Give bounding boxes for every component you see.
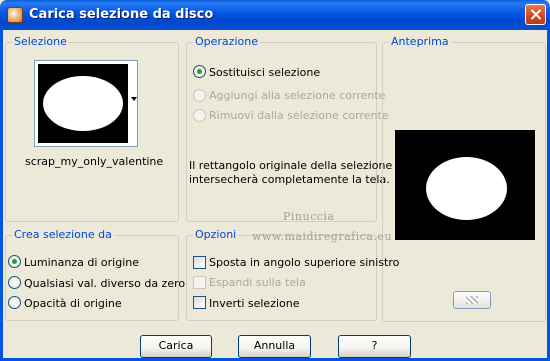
radio-luminanza-label[interactable]: Luminanza di origine [24, 256, 139, 269]
selection-thumbnail-picker[interactable] [34, 60, 138, 147]
title-bar: Carica selezione da disco [0, 0, 550, 30]
window-title: Carica selezione da disco [29, 7, 214, 22]
checkbox-inverti-label[interactable]: Inverti selezione [209, 297, 300, 310]
annulla-button[interactable]: Annulla [238, 335, 311, 358]
checkbox-sposta[interactable] [193, 256, 206, 269]
checkerboard-icon [466, 296, 478, 304]
selection-preview [395, 130, 535, 240]
selection-file-name: scrap_my_only_valentine [25, 155, 164, 168]
dropdown-arrow-icon [131, 97, 137, 101]
checkbox-sposta-label[interactable]: Sposta in angolo superiore sinistro [209, 256, 399, 269]
selezione-legend: Selezione [12, 35, 69, 48]
operation-info-line2: intersecherà completamente la tela. [189, 173, 390, 186]
carica-button[interactable]: Carica [140, 335, 212, 358]
radio-rimuovi-label[interactable]: Rimuovi dalla selezione corrente [209, 109, 389, 122]
close-button[interactable] [525, 4, 546, 25]
radio-aggiungi-label[interactable]: Aggiungi alla selezione corrente [209, 89, 385, 102]
radio-opacita[interactable] [8, 296, 21, 309]
radio-opacita-label[interactable]: Opacità di origine [24, 297, 122, 310]
selection-thumbnail [38, 64, 128, 143]
opzioni-legend: Opzioni [193, 228, 239, 241]
radio-sostituisci-label[interactable]: Sostituisci selezione [209, 66, 320, 79]
radio-qualsiasi-label[interactable]: Qualsiasi val. diverso da zero [24, 277, 185, 290]
watermark-name: Pinuccia [283, 210, 335, 223]
operation-info-line1: Il rettangolo originale della selezione [189, 159, 393, 172]
radio-aggiungi[interactable] [193, 89, 206, 102]
radio-qualsiasi[interactable] [8, 276, 21, 289]
operazione-legend: Operazione [193, 35, 260, 48]
crea-selezione-legend: Crea selezione da [12, 228, 114, 241]
checkbox-espandi-label[interactable]: Espandi sulla tela [209, 276, 306, 289]
watermark-url: www.maidiregrafica.eu [252, 230, 393, 243]
radio-luminanza[interactable] [8, 255, 21, 268]
radio-rimuovi[interactable] [193, 109, 206, 122]
app-icon [7, 7, 23, 23]
checkbox-espandi[interactable] [193, 276, 206, 289]
anteprima-legend: Anteprima [389, 35, 451, 48]
radio-sostituisci[interactable] [193, 65, 206, 78]
help-button[interactable]: ? [338, 335, 411, 358]
preview-option-button[interactable] [453, 291, 491, 309]
checkbox-inverti[interactable] [193, 296, 206, 309]
